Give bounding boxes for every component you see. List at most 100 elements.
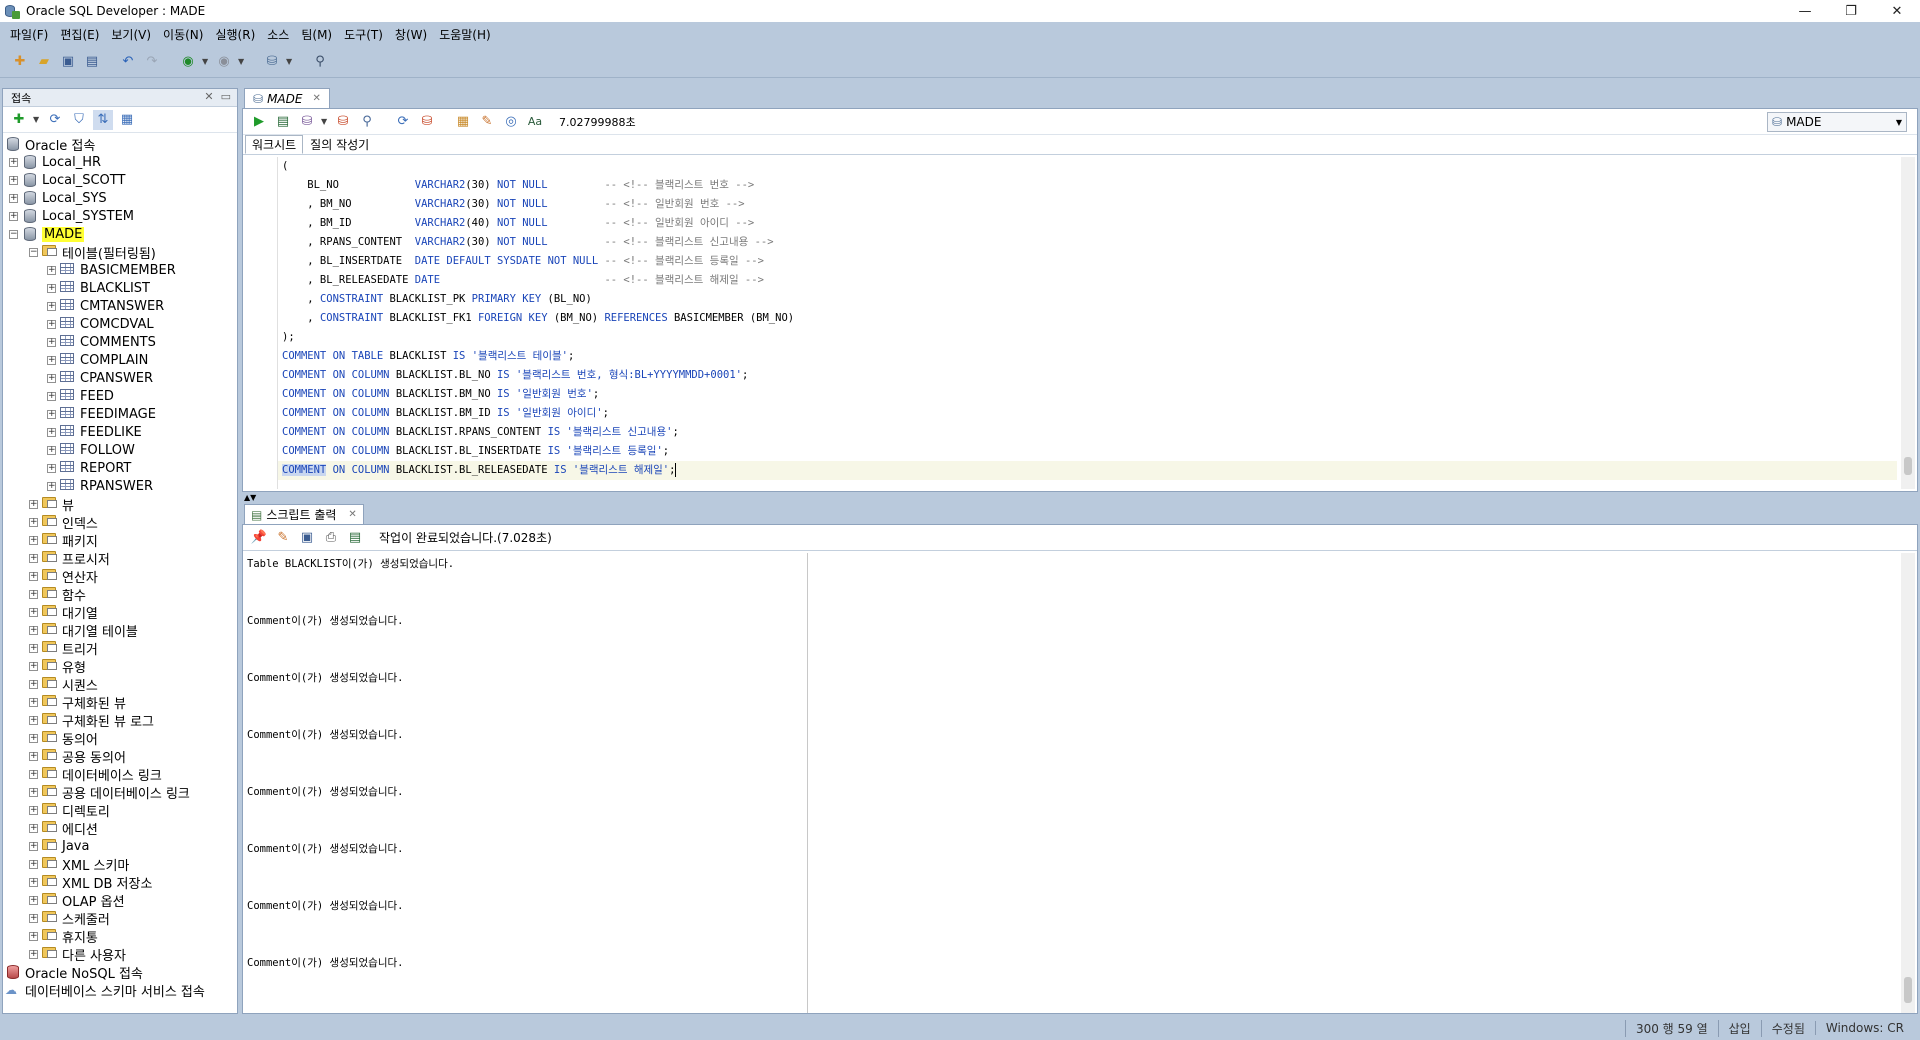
open-folder-icon[interactable]: ▰ <box>34 52 54 72</box>
tree-folder-item[interactable]: + XML 스키마 <box>3 855 237 874</box>
collapse-icon[interactable]: − <box>9 229 18 239</box>
history-icon[interactable]: ◎ <box>501 112 521 132</box>
explain-plan-icon[interactable]: ⚲ <box>357 112 377 132</box>
menu-edit[interactable]: 편집(E) <box>54 26 105 43</box>
tree-connection-local-hr[interactable]: + Local_HR <box>3 153 237 171</box>
reports-icon[interactable]: ▦ <box>117 110 137 130</box>
menu-team[interactable]: 팀(M) <box>295 26 338 43</box>
run-script-icon[interactable]: ▤ <box>273 112 293 132</box>
back-icon[interactable]: ◉ <box>178 52 198 72</box>
tree-folder-item[interactable]: + 뷰 <box>3 495 237 514</box>
maximize-button[interactable]: ❐ <box>1828 0 1874 22</box>
tree-table-item[interactable]: + BLACKLIST <box>3 279 237 297</box>
tab-script-output[interactable]: ▤ 스크립트 출력 ✕ <box>244 504 364 524</box>
filter-icon[interactable]: ⛉ <box>69 110 89 130</box>
expand-icon[interactable]: + <box>47 265 56 275</box>
expand-icon[interactable]: + <box>29 769 38 779</box>
tree-table-item[interactable]: + FEEDLIKE <box>3 423 237 441</box>
collapse-icon[interactable]: − <box>29 247 38 257</box>
expand-icon[interactable]: + <box>47 427 56 437</box>
tab-query-builder[interactable]: 질의 작성기 <box>303 135 376 154</box>
tree-folder-item[interactable]: + 데이터베이스 링크 <box>3 765 237 784</box>
refresh-icon[interactable]: ⟳ <box>45 110 65 130</box>
tree-folder-item[interactable]: + 공용 동의어 <box>3 747 237 766</box>
tree-connection-local-scott[interactable]: + Local_SCOTT <box>3 171 237 189</box>
tree-folder-item[interactable]: + 유형 <box>3 657 237 676</box>
connection-select[interactable]: ⛁ MADE ▼ <box>1767 112 1907 132</box>
tree-folder-item[interactable]: + 인덱스 <box>3 513 237 532</box>
tree-folder-item[interactable]: + 디렉토리 <box>3 801 237 820</box>
tree-folder-item[interactable]: + 에디션 <box>3 819 237 838</box>
close-button[interactable]: ✕ <box>1874 0 1920 22</box>
expand-icon[interactable]: + <box>47 319 56 329</box>
expand-icon[interactable]: + <box>29 895 38 905</box>
expand-icon[interactable]: + <box>29 607 38 617</box>
clear-output-icon[interactable]: ✎ <box>273 528 293 548</box>
run-statement-icon[interactable]: ▶ <box>249 112 269 132</box>
tree-table-item[interactable]: + COMPLAIN <box>3 351 237 369</box>
menu-window[interactable]: 창(W) <box>389 26 433 43</box>
menu-view[interactable]: 보기(V) <box>105 26 157 43</box>
expand-icon[interactable]: + <box>29 913 38 923</box>
tree-folder-item[interactable]: + 프로시저 <box>3 549 237 568</box>
menu-help[interactable]: 도움말(H) <box>433 26 497 43</box>
expand-icon[interactable]: + <box>29 841 38 851</box>
output-scrollbar[interactable] <box>1901 553 1915 1013</box>
expand-icon[interactable]: + <box>29 949 38 959</box>
menu-tools[interactable]: 도구(T) <box>338 26 389 43</box>
sql-worksheet-icon[interactable]: ⛁ <box>262 52 282 72</box>
schema-browser-icon[interactable]: ⇅ <box>93 109 113 130</box>
tree-nosql-connections[interactable]: Oracle NoSQL 접속 <box>3 963 237 982</box>
expand-icon[interactable]: + <box>9 211 18 221</box>
undo-icon[interactable]: ↶ <box>118 52 138 72</box>
tree-table-item[interactable]: + FOLLOW <box>3 441 237 459</box>
tree-folder-item[interactable]: + 패키지 <box>3 531 237 550</box>
tree-folder-item[interactable]: + 구체화된 뷰 로그 <box>3 711 237 730</box>
expand-icon[interactable]: + <box>29 589 38 599</box>
tree-folder-item[interactable]: + 함수 <box>3 585 237 604</box>
expand-icon[interactable]: + <box>29 805 38 815</box>
pin-icon[interactable]: 📌 <box>249 528 269 548</box>
add-connection-dropdown-icon[interactable]: ▼ <box>33 115 41 124</box>
save-all-icon[interactable]: ▤ <box>82 52 102 72</box>
expand-icon[interactable]: + <box>29 535 38 545</box>
tree-folder-item[interactable]: + XML DB 저장소 <box>3 873 237 892</box>
expand-icon[interactable]: + <box>47 373 56 383</box>
tree-folder-item[interactable]: + 다른 사용자 <box>3 945 237 964</box>
save-icon[interactable]: ▣ <box>58 52 78 72</box>
expand-icon[interactable]: + <box>29 517 38 527</box>
tree-table-item[interactable]: + COMMENTS <box>3 333 237 351</box>
expand-icon[interactable]: + <box>29 679 38 689</box>
menu-source[interactable]: 소스 <box>261 26 295 43</box>
expand-icon[interactable]: + <box>47 355 56 365</box>
tree-folder-item[interactable]: + OLAP 옵션 <box>3 891 237 910</box>
tree-folder-item[interactable]: + 시퀀스 <box>3 675 237 694</box>
print-icon[interactable]: ⎙ <box>321 528 341 548</box>
tree-table-item[interactable]: + FEEDIMAGE <box>3 405 237 423</box>
find-db-object-icon[interactable]: ⚲ <box>310 52 330 72</box>
expand-icon[interactable]: + <box>29 661 38 671</box>
expand-icon[interactable]: + <box>47 463 56 473</box>
tree-folder-item[interactable]: + Java <box>3 837 237 855</box>
tree-table-item[interactable]: + CPANSWER <box>3 369 237 387</box>
expand-icon[interactable]: + <box>47 283 56 293</box>
tree-tables-folder[interactable]: − 테이블(필터링됨) <box>3 243 237 262</box>
connections-tab[interactable]: 접속 ✕ ▭ <box>3 89 237 107</box>
tree-connection-made[interactable]: − MADE <box>3 225 237 243</box>
expand-icon[interactable]: + <box>29 499 38 509</box>
tree-table-item[interactable]: + CMTANSWER <box>3 297 237 315</box>
expand-icon[interactable]: + <box>47 409 56 419</box>
expand-icon[interactable]: + <box>47 445 56 455</box>
sql-worksheet-dropdown-icon[interactable]: ▼ <box>286 57 294 66</box>
close-tab-icon[interactable]: ✕ <box>312 93 320 104</box>
expand-icon[interactable]: + <box>9 175 18 185</box>
tree-table-item[interactable]: + REPORT <box>3 459 237 477</box>
commit-icon[interactable]: ⛁ <box>297 112 317 132</box>
tree-connection-local-sys[interactable]: + Local_SYS <box>3 189 237 207</box>
expand-icon[interactable]: + <box>9 193 18 203</box>
expand-icon[interactable]: + <box>47 337 56 347</box>
expand-icon[interactable]: + <box>47 481 56 491</box>
new-file-icon[interactable]: ✚ <box>10 52 30 72</box>
expand-icon[interactable]: + <box>29 715 38 725</box>
expand-icon[interactable]: + <box>47 301 56 311</box>
